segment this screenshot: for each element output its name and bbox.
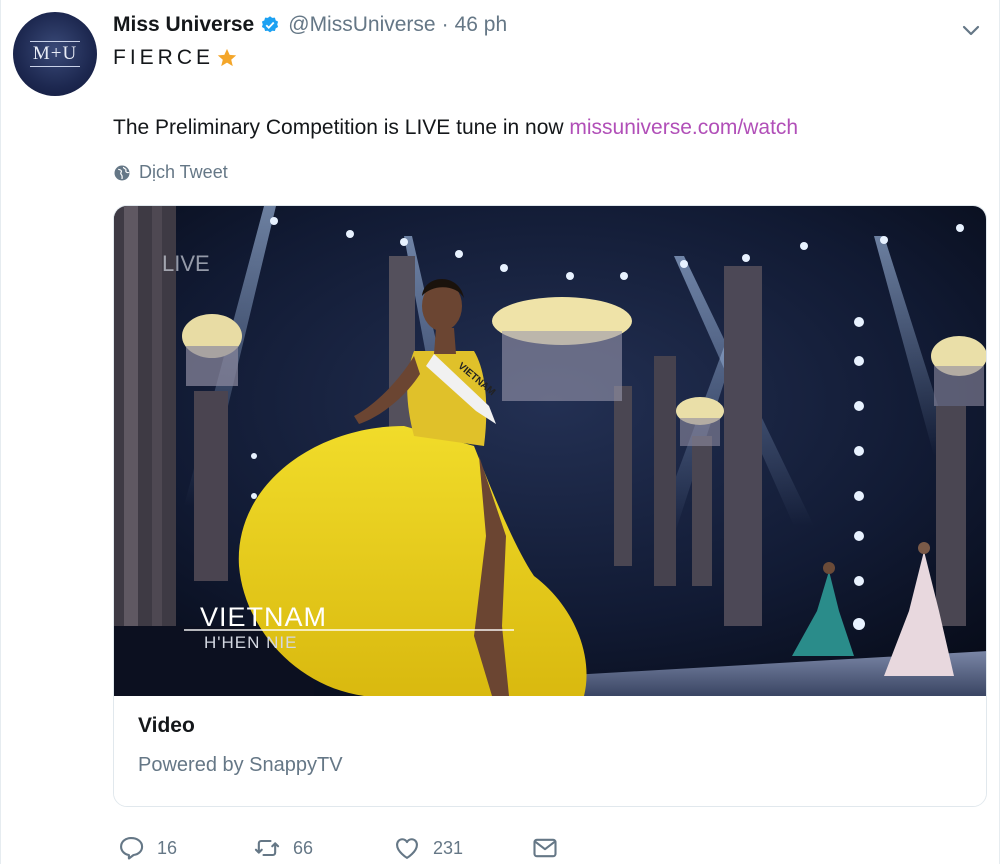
retweet-count: 66 <box>293 837 314 858</box>
like-count: 231 <box>433 837 464 858</box>
translate-label: Dịch Tweet <box>139 162 228 182</box>
card-title: Video <box>138 714 195 737</box>
video-thumbnail[interactable]: VIETNAM LIVE VIETNAM H'HEN NIE <box>114 206 987 696</box>
retweet-button[interactable]: 66 <box>253 834 313 862</box>
tweet-text-fierce: FIERCE <box>113 46 215 69</box>
reply-count: 16 <box>157 837 178 858</box>
globe-icon <box>114 165 130 180</box>
verified-badge-icon <box>262 16 279 33</box>
translate-tweet-button[interactable]: Dịch Tweet <box>113 162 228 183</box>
video-card[interactable]: VIETNAM LIVE VIETNAM H'HEN NIE Video Pow… <box>113 205 987 807</box>
live-watermark: LIVE <box>162 251 210 276</box>
author-name[interactable]: Miss Universe <box>113 13 254 37</box>
caption-country: VIETNAM <box>200 602 327 632</box>
tweet-body: The Preliminary Competition is LIVE tune… <box>113 116 798 140</box>
reply-icon <box>120 837 144 860</box>
tweet-body-text: The Preliminary Competition is LIVE tune… <box>113 116 570 139</box>
caption-name: H'HEN NIE <box>204 633 297 652</box>
retweet-icon <box>254 839 280 857</box>
like-button[interactable]: 231 <box>393 834 463 862</box>
tweet-header: Miss Universe @MissUniverse · 46 ph <box>113 10 507 40</box>
heart-icon <box>396 838 418 859</box>
star-emoji-icon <box>217 48 237 67</box>
avatar-logo-text: M+U <box>29 41 81 67</box>
card-info[interactable]: Video Powered by SnappyTV <box>114 696 986 806</box>
card-subtitle: Powered by SnappyTV <box>138 754 343 776</box>
reply-button[interactable]: 16 <box>117 834 177 862</box>
author-handle[interactable]: @MissUniverse <box>288 13 435 37</box>
tweet-first-line: FIERCE <box>113 46 238 70</box>
separator-dot: · <box>441 13 449 36</box>
caption-divider <box>184 629 514 631</box>
chevron-down-icon[interactable] <box>959 18 983 42</box>
tweet[interactable]: M+U Miss Universe @MissUniverse · 46 ph … <box>0 0 1000 864</box>
direct-message-button[interactable] <box>531 834 559 862</box>
envelope-icon <box>533 838 557 858</box>
tweet-timestamp[interactable]: 46 ph <box>455 13 508 37</box>
tweet-link[interactable]: missuniverse.com/watch <box>569 116 798 139</box>
avatar[interactable]: M+U <box>13 12 97 96</box>
